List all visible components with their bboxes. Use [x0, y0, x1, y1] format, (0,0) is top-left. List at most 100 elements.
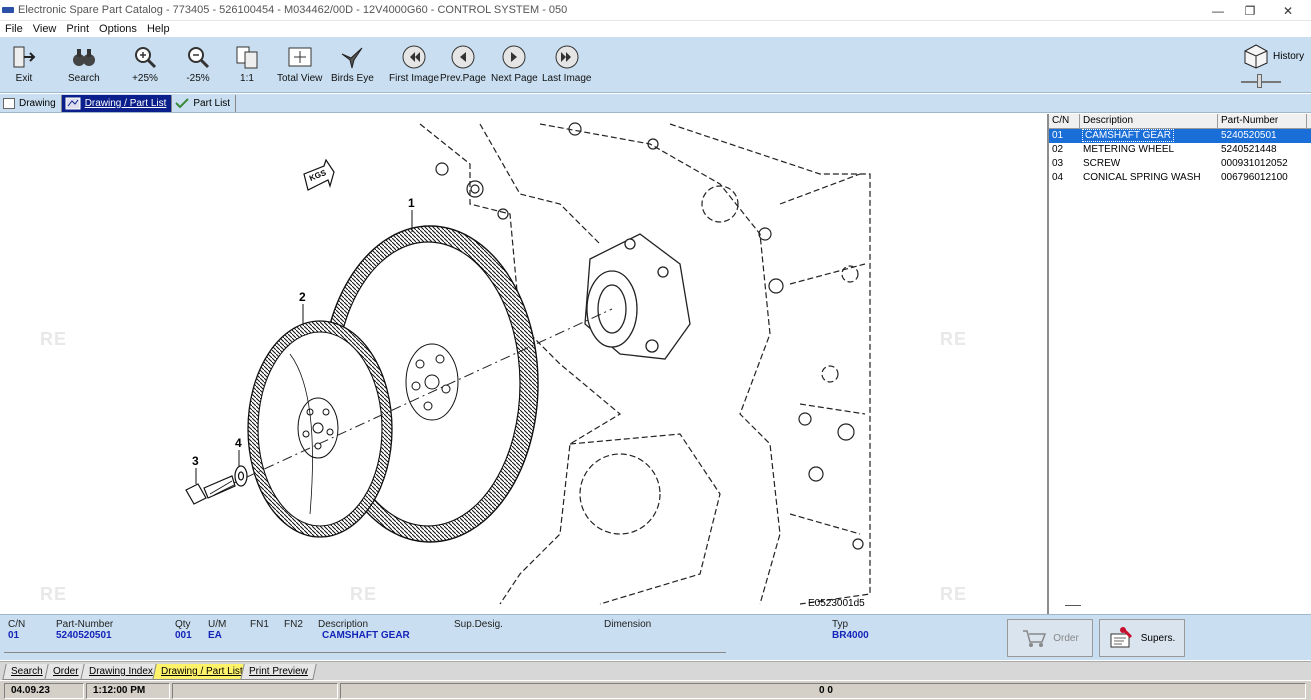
detail-header-um: U/M — [208, 619, 227, 630]
detail-header-fn2: FN2 — [284, 619, 303, 630]
callout-3[interactable]: 3 — [192, 454, 199, 468]
tab-part-list[interactable]: Part List — [172, 94, 237, 112]
drawing-canvas[interactable]: RE RE RE RE RE RE — [0, 114, 1046, 614]
metering-wheel-drawing — [247, 320, 393, 538]
next-page-button[interactable]: Next Page — [491, 43, 538, 84]
prev-page-icon — [449, 43, 477, 71]
callout-1[interactable]: 1 — [408, 196, 415, 210]
tab-drawing-part-list[interactable]: Drawing / Part List — [61, 94, 173, 112]
order-button[interactable]: Order — [1007, 619, 1093, 657]
last-image-icon — [553, 43, 581, 71]
order-label: Order — [1053, 632, 1079, 644]
total-view-button[interactable]: Total View — [277, 43, 322, 84]
row-description: CONICAL SPRING WASH — [1083, 172, 1201, 183]
exit-button[interactable]: Exit — [10, 43, 38, 84]
menu-options[interactable]: Options — [94, 23, 142, 35]
last-image-button[interactable]: Last Image — [542, 43, 591, 84]
tab-print-preview[interactable]: Print Preview — [240, 664, 317, 680]
prev-page-label: Prev.Page — [440, 73, 486, 84]
column-header-description[interactable]: Description — [1080, 114, 1218, 128]
row-cn: 04 — [1052, 172, 1064, 183]
first-image-icon — [400, 43, 428, 71]
menu-bar: File View Print Options Help — [0, 21, 1311, 37]
action-panel: Order Supers. — [874, 614, 1311, 660]
screw-drawing — [185, 475, 236, 505]
washer-drawing — [234, 465, 248, 487]
tab-search-label: Search — [11, 666, 43, 677]
detail-value-typ: BR4000 — [832, 630, 869, 641]
detail-divider — [4, 652, 726, 653]
column-header-cn[interactable]: C/N — [1049, 114, 1080, 128]
history-label: History — [1273, 51, 1305, 62]
binoculars-icon — [70, 43, 98, 71]
birds-eye-button[interactable]: Birds Eye — [331, 43, 374, 84]
row-part-number: 000931012052 — [1221, 158, 1288, 169]
exploded-view-drawing — [185, 122, 871, 605]
row-part-number: 006796012100 — [1221, 172, 1288, 183]
row-description-text: CAMSHAFT GEAR — [1082, 129, 1174, 142]
part-list-tab-icon — [175, 98, 190, 109]
part-list-panel: C/N Description Part-Number 01 CAMSHAFT … — [1047, 114, 1311, 614]
detail-value-cn: 01 — [8, 630, 20, 641]
part-list-header: C/N Description Part-Number — [1049, 114, 1311, 129]
total-view-label: Total View — [277, 73, 323, 84]
zoom-out-button[interactable]: -25% — [184, 43, 212, 84]
first-image-label: First Image — [389, 73, 440, 84]
tab-drawing-part-list-bottom-label: Drawing / Part List — [161, 666, 243, 677]
tab-drawing[interactable]: Drawing — [0, 94, 62, 112]
exit-door-icon — [10, 43, 38, 71]
tab-drawing-part-list-bottom[interactable]: Drawing / Part List — [152, 664, 252, 680]
zoom-slider-thumb[interactable] — [1256, 74, 1262, 88]
supersession-icon — [1110, 627, 1132, 648]
bottom-tabs: Search Order Drawing Index Drawing / Par… — [0, 661, 1311, 680]
next-page-icon — [500, 43, 528, 71]
menu-print[interactable]: Print — [61, 23, 94, 35]
status-counter: 0 0 — [340, 683, 1306, 699]
part-row[interactable]: 03 SCREW 000931012052 — [1049, 157, 1311, 171]
row-description: SCREW — [1083, 158, 1121, 169]
window-title: Electronic Spare Part Catalog - 773405 -… — [18, 4, 568, 16]
row-cn: 03 — [1052, 158, 1064, 169]
zoom-out-label: -25% — [186, 73, 210, 84]
close-button[interactable]: ✕ — [1266, 0, 1310, 21]
menu-view[interactable]: View — [28, 23, 62, 35]
view-tabs: Drawing Drawing / Part List Part List — [0, 94, 1311, 113]
part-row[interactable]: 02 METERING WHEEL 5240521448 — [1049, 143, 1311, 157]
first-image-button[interactable]: First Image — [389, 43, 439, 84]
detail-value-description: CAMSHAFT GEAR — [322, 630, 410, 641]
supers-button[interactable]: Supers. — [1099, 619, 1185, 657]
drawing-part-list-tab-icon — [65, 97, 81, 109]
search-button[interactable]: Search — [68, 43, 100, 84]
tab-drawing-label: Drawing — [19, 97, 56, 109]
supers-label: Supers. — [1140, 632, 1176, 644]
detail-header-dimension: Dimension — [604, 619, 652, 630]
row-description: CAMSHAFT GEAR — [1080, 129, 1218, 143]
actual-size-button[interactable]: 1:1 — [233, 43, 261, 84]
tab-drawing-index[interactable]: Drawing Index — [80, 664, 162, 680]
title-bar: Electronic Spare Part Catalog - 773405 -… — [0, 0, 1311, 21]
status-time: 1:12:00 PM — [86, 683, 170, 699]
status-date: 04.09.23 — [4, 683, 84, 699]
column-header-part-number[interactable]: Part-Number — [1218, 114, 1307, 128]
row-cn: 02 — [1052, 144, 1064, 155]
zoom-in-button[interactable]: +25% — [131, 43, 159, 84]
menu-file[interactable]: File — [0, 23, 28, 35]
app-logo-icon — [2, 7, 14, 13]
menu-help[interactable]: Help — [142, 23, 175, 35]
callout-4[interactable]: 4 — [235, 436, 242, 450]
total-view-icon — [286, 43, 314, 71]
toolbar: Exit Search +25% -25% 1:1 Total View Bir… — [0, 37, 1311, 93]
status-panel — [172, 683, 338, 699]
part-row[interactable]: 04 CONICAL SPRING WASH 006796012100 — [1049, 171, 1311, 185]
tab-drawing-index-label: Drawing Index — [89, 666, 153, 677]
tab-part-list-label: Part List — [193, 97, 231, 109]
callout-2[interactable]: 2 — [299, 290, 306, 304]
detail-value-part-number: 5240520501 — [56, 630, 112, 641]
history-button[interactable]: History — [1239, 41, 1305, 69]
detail-value-um: EA — [208, 630, 222, 641]
detail-header-sup-desig: Sup.Desig. — [454, 619, 503, 630]
part-row[interactable]: 01 CAMSHAFT GEAR 5240520501 — [1049, 129, 1311, 143]
pump-flange — [584, 233, 691, 360]
prev-page-button[interactable]: Prev.Page — [440, 43, 486, 84]
detail-value-qty: 001 — [175, 630, 192, 641]
